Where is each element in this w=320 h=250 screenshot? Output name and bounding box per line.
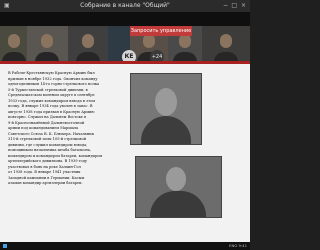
portrait-photo (130, 73, 202, 145)
portrait-photo (135, 156, 222, 218)
shared-slide: В Рабоче-Крестьянскую Красную Армию был … (0, 61, 250, 242)
slide-accent-bar (0, 61, 250, 64)
title-bar: ▣ Собрание в канале "Общий" − □ × (0, 0, 250, 12)
close-icon[interactable]: × (241, 2, 246, 9)
taskbar: ENG 9:41 (0, 242, 250, 250)
maximize-icon[interactable]: □ (231, 2, 237, 9)
request-control-button[interactable]: Запросить управление (130, 26, 192, 36)
participant-strip: Запросить управление КЕ Капаев Если Ер..… (0, 12, 250, 76)
system-tray: ENG 9:41 (229, 243, 247, 248)
window-title: Собрание в канале "Общий" (80, 2, 170, 9)
minimize-icon[interactable]: − (223, 2, 228, 9)
slide-body-text: В Рабоче-Крестьянскую Красную Армию был … (8, 71, 103, 185)
windows-start-icon[interactable] (3, 244, 7, 248)
